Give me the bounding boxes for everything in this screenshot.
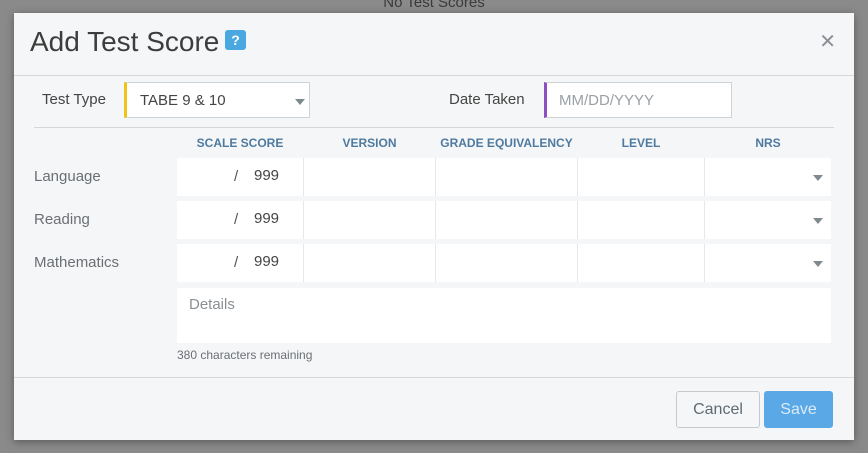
score-separator: /	[234, 211, 239, 228]
grade-equivalency-input[interactable]	[436, 158, 578, 196]
characters-remaining: 380 characters remaining	[177, 348, 313, 362]
level-input[interactable]	[578, 201, 705, 239]
column-header-grade-equivalency: GRADE EQUIVALENCY	[440, 136, 573, 150]
nrs-select[interactable]	[705, 201, 831, 239]
date-taken-label: Date Taken	[449, 91, 525, 108]
score-separator: /	[234, 254, 239, 271]
grade-equivalency-input[interactable]	[436, 244, 578, 282]
details-textarea[interactable]	[177, 288, 831, 343]
test-type-select[interactable]: TABE 9 & 10	[124, 82, 310, 118]
test-type-value: TABE 9 & 10	[140, 92, 226, 109]
row-label-mathematics: Mathematics	[34, 254, 120, 271]
help-icon[interactable]: ?	[225, 30, 246, 50]
scale-score-input[interactable]: / 999	[177, 201, 304, 239]
score-row-reading: / 999	[177, 201, 831, 239]
version-input[interactable]	[304, 158, 436, 196]
chevron-down-icon	[295, 99, 305, 105]
nrs-select[interactable]	[705, 244, 831, 282]
footer-divider	[14, 377, 854, 378]
date-taken-input[interactable]	[544, 82, 732, 118]
score-row-mathematics: / 999	[177, 244, 831, 282]
score-separator: /	[234, 168, 239, 185]
column-header-scale-score: SCALE SCORE	[196, 136, 284, 150]
dialog-header: Add Test Score ? ✕	[14, 13, 854, 76]
close-icon[interactable]: ✕	[819, 32, 836, 52]
scale-score-input[interactable]: / 999	[177, 158, 304, 196]
row-label-language: Language	[34, 168, 101, 185]
save-button[interactable]: Save	[764, 391, 833, 428]
version-input[interactable]	[304, 201, 436, 239]
chevron-down-icon	[813, 175, 823, 181]
chevron-down-icon	[813, 261, 823, 267]
section-divider	[34, 127, 834, 128]
level-input[interactable]	[578, 244, 705, 282]
score-max: 999	[254, 253, 280, 270]
column-header-level: LEVEL	[621, 136, 661, 150]
column-header-version: VERSION	[342, 136, 397, 150]
test-type-label: Test Type	[42, 91, 106, 108]
scale-score-input[interactable]: / 999	[177, 244, 304, 282]
version-input[interactable]	[304, 244, 436, 282]
grade-equivalency-input[interactable]	[436, 201, 578, 239]
score-max: 999	[254, 167, 280, 184]
backdrop-empty-text: No Test Scores	[383, 0, 485, 11]
score-row-language: / 999	[177, 158, 831, 196]
dialog-title: Add Test Score	[30, 26, 220, 57]
column-header-nrs: NRS	[755, 136, 781, 150]
cancel-button[interactable]: Cancel	[676, 391, 760, 428]
add-test-score-dialog: Add Test Score ? ✕ Test Type TABE 9 & 10…	[14, 13, 854, 440]
score-max: 999	[254, 210, 280, 227]
nrs-select[interactable]	[705, 158, 831, 196]
chevron-down-icon	[813, 218, 823, 224]
level-input[interactable]	[578, 158, 705, 196]
row-label-reading: Reading	[34, 211, 90, 228]
